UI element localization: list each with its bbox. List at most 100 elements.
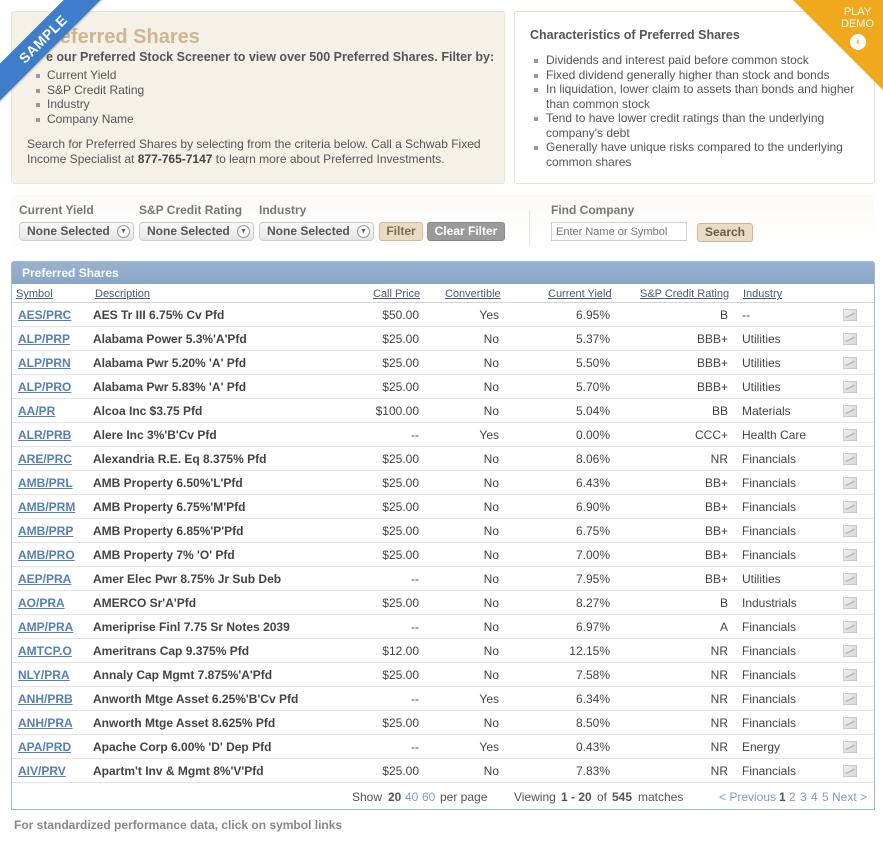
- industry-select-value: None Selected: [267, 224, 350, 238]
- table-row: AMTCP.O Ameritrans Cap 9.375% Pfd $12.00 No…: [12, 639, 874, 663]
- symbol-link[interactable]: AO/PRA: [18, 596, 65, 610]
- description-cell: AMERCO Sr'A'Pfd: [93, 596, 197, 610]
- symbol-link[interactable]: ALP/PRP: [18, 332, 70, 346]
- convertible-cell: No: [483, 716, 499, 730]
- description-cell: AMB Property 7% 'O' Pfd: [93, 548, 235, 562]
- play-demo-button[interactable]: PLAY DEMO ‹: [793, 0, 883, 90]
- chart-icon[interactable]: [843, 453, 857, 465]
- chart-icon[interactable]: [843, 693, 857, 705]
- search-button[interactable]: Search: [697, 223, 753, 242]
- header-current-yield[interactable]: Current Yield: [548, 288, 612, 300]
- list-item: Tend to have lower credit ratings than t…: [531, 111, 859, 140]
- current-yield-cell: 6.97%: [575, 620, 610, 634]
- symbol-link[interactable]: AES/PRC: [18, 308, 71, 322]
- industry-cell: Financials: [742, 668, 797, 682]
- yield-filter-label: Current Yield: [19, 203, 94, 217]
- find-company-label: Find Company: [551, 203, 635, 217]
- current-yield-cell: 5.37%: [575, 332, 610, 346]
- header-convertible[interactable]: Convertible: [445, 288, 501, 300]
- industry-cell: Financials: [742, 524, 797, 538]
- description-cell: Ameritrans Cap 9.375% Pfd: [93, 644, 250, 658]
- symbol-link[interactable]: ANH/PRB: [18, 692, 73, 706]
- symbol-link[interactable]: AA/PR: [18, 404, 55, 418]
- chart-icon[interactable]: [843, 525, 857, 537]
- symbol-link[interactable]: AMB/PRO: [18, 548, 75, 562]
- chart-icon[interactable]: [843, 573, 857, 585]
- page-link-3[interactable]: 3: [800, 790, 807, 804]
- play-arrow-icon[interactable]: ‹: [850, 34, 866, 50]
- symbol-link[interactable]: ALR/PRB: [18, 428, 71, 442]
- description-cell: Alabama Power 5.3%'A'Pfd: [93, 332, 247, 346]
- rating-select[interactable]: None Selected ▼: [139, 222, 254, 241]
- table-row: ALR/PRB Alere Inc 3%'B'Cv Pfd -- Yes 0.00% CC…: [12, 423, 874, 447]
- symbol-link[interactable]: AMB/PRL: [18, 476, 73, 490]
- symbol-link[interactable]: AEP/PRA: [18, 572, 71, 586]
- chart-icon[interactable]: [843, 429, 857, 441]
- symbol-link[interactable]: AMP/PRA: [18, 620, 73, 634]
- table-row: AMB/PRM AMB Property 6.75%'M'Pfd $25.00 No 6…: [12, 495, 874, 519]
- table-row: AEP/PRA Amer Elec Pwr 8.75% Jr Sub Deb -- N…: [12, 567, 874, 591]
- chart-icon[interactable]: [843, 645, 857, 657]
- rating-cell: A: [719, 620, 728, 634]
- header-rating[interactable]: S&P Credit Rating: [640, 288, 729, 300]
- list-item: Generally have unique risks compared to …: [531, 140, 859, 169]
- chart-icon[interactable]: [843, 549, 857, 561]
- chart-icon[interactable]: [843, 405, 857, 417]
- find-company-input[interactable]: [551, 222, 687, 241]
- header-description[interactable]: Description: [95, 288, 150, 300]
- header-call-price[interactable]: Call Price: [373, 288, 420, 300]
- filter-button[interactable]: Filter: [379, 222, 423, 241]
- description-cell: AES Tr III 6.75% Cv Pfd: [93, 308, 225, 322]
- chart-icon[interactable]: [843, 333, 857, 345]
- symbol-link[interactable]: APA/PRD: [18, 740, 71, 754]
- next-page-link[interactable]: Next >: [832, 790, 867, 804]
- current-yield-cell: 6.34%: [575, 692, 610, 706]
- page-size-60[interactable]: 60: [422, 790, 435, 804]
- chart-icon[interactable]: [843, 669, 857, 681]
- description-cell: AMB Property 6.85%'P'Pfd: [93, 524, 244, 538]
- clear-filter-button[interactable]: Clear Filter: [427, 222, 505, 241]
- industry-cell: Health Care: [742, 428, 807, 442]
- symbol-link[interactable]: ARE/PRC: [18, 452, 72, 466]
- call-price-cell: $25.00: [382, 380, 419, 394]
- header-industry[interactable]: Industry: [743, 288, 782, 300]
- header-symbol[interactable]: Symbol: [16, 288, 53, 300]
- current-yield-cell: 8.50%: [575, 716, 610, 730]
- matches-label: matches: [638, 790, 684, 804]
- page-link-5[interactable]: 5: [822, 790, 829, 804]
- call-price-cell: $100.00: [375, 404, 419, 418]
- previous-page-link[interactable]: < Previous: [719, 790, 776, 804]
- description-cell: Ameriprise Finl 7.75 Sr Notes 2039: [93, 620, 290, 634]
- chart-icon[interactable]: [843, 621, 857, 633]
- symbol-link[interactable]: AMB/PRM: [18, 500, 75, 514]
- page-size-40[interactable]: 40: [405, 790, 418, 804]
- industry-cell: Financials: [742, 716, 797, 730]
- industry-select[interactable]: None Selected ▼: [259, 222, 374, 241]
- current-yield-cell: 6.43%: [575, 476, 610, 490]
- symbol-link[interactable]: NLY/PRA: [18, 668, 70, 682]
- chart-icon[interactable]: [843, 597, 857, 609]
- chart-icon[interactable]: [843, 357, 857, 369]
- symbol-link[interactable]: ALP/PRN: [18, 356, 71, 370]
- symbol-link[interactable]: ALP/PRO: [18, 380, 71, 394]
- chart-icon[interactable]: [843, 381, 857, 393]
- symbol-link[interactable]: ANH/PRA: [18, 716, 73, 730]
- chart-icon[interactable]: [843, 717, 857, 729]
- page-link-4[interactable]: 4: [811, 790, 818, 804]
- page-link-2[interactable]: 2: [789, 790, 796, 804]
- symbol-link[interactable]: AIV/PRV: [18, 764, 66, 778]
- convertible-cell: No: [483, 452, 499, 466]
- yield-select[interactable]: None Selected ▼: [19, 222, 134, 241]
- chart-icon[interactable]: [843, 477, 857, 489]
- description-cell: Alcoa Inc $3.75 Pfd: [93, 404, 203, 418]
- table-row: ANH/PRA Anworth Mtge Asset 8.625% Pfd $25.…: [12, 711, 874, 735]
- chart-icon[interactable]: [843, 741, 857, 753]
- call-price-cell: --: [411, 692, 419, 706]
- current-yield-cell: 6.95%: [575, 308, 610, 322]
- chart-icon[interactable]: [843, 309, 857, 321]
- chevron-down-icon: ▼: [357, 225, 370, 238]
- symbol-link[interactable]: AMB/PRP: [18, 524, 73, 538]
- chart-icon[interactable]: [843, 501, 857, 513]
- chart-icon[interactable]: [843, 765, 857, 777]
- symbol-link[interactable]: AMTCP.O: [18, 644, 72, 658]
